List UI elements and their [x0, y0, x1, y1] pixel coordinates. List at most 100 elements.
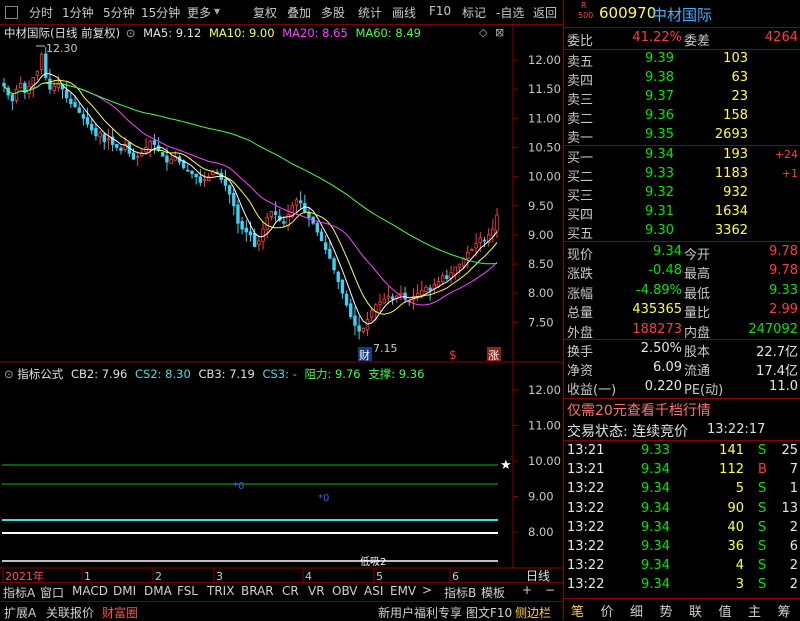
tick-row[interactable]: 13:22 9.34 36 S 6 [564, 539, 800, 557]
right-tab[interactable]: 势 [660, 601, 673, 620]
indicator-settings-icon[interactable]: ⊙ [4, 367, 14, 381]
candle-body[interactable] [165, 155, 169, 163]
candle-body[interactable] [202, 179, 207, 181]
period-tab-5min[interactable]: 5分钟 [103, 4, 135, 21]
right-tab[interactable]: 细 [630, 601, 643, 620]
candle-body[interactable] [336, 271, 340, 282]
indicator-tab-window[interactable]: 窗口 [40, 584, 64, 601]
candle-body[interactable] [131, 152, 136, 160]
candle-body[interactable] [415, 292, 420, 297]
candle-body[interactable] [119, 147, 123, 151]
tick-row[interactable]: 13:22 9.34 40 S 2 [564, 520, 800, 538]
bottom-tab-wealth-circle[interactable]: 财富圈 [102, 604, 138, 621]
candle-body[interactable] [135, 155, 140, 158]
bottom-tab-sidebar[interactable]: 侧边栏 [515, 604, 551, 621]
indicator-title[interactable]: 指标公式 [17, 367, 63, 381]
candle-body[interactable] [445, 275, 449, 280]
candle-body[interactable] [399, 292, 403, 295]
indicator-tab-macd[interactable]: MACD [72, 584, 108, 598]
tick-row[interactable]: 13:21 9.33 141 S 25 [564, 443, 800, 461]
period-tab-15min[interactable]: 15分钟 [141, 4, 180, 21]
toolbar-add-favorite[interactable]: -自选 [496, 4, 524, 21]
bid-row[interactable]: 买五 9.30 3362 [564, 223, 800, 242]
close-icon[interactable]: ⊠ [495, 26, 504, 39]
candle-body[interactable] [248, 231, 253, 236]
indicator-tab-b[interactable]: 指标B [444, 584, 476, 601]
candle-body[interactable] [294, 199, 299, 206]
candle-body[interactable] [420, 289, 424, 296]
bottom-tab-expand[interactable]: 扩展A [4, 604, 36, 621]
candle-body[interactable] [115, 143, 119, 148]
candle-body[interactable] [194, 173, 198, 178]
candle-body[interactable] [81, 114, 86, 119]
toolbar-mark[interactable]: 标记 [462, 4, 486, 21]
indicator-tab-asi[interactable]: ASI [364, 584, 383, 598]
tick-row[interactable]: 13:22 9.34 90 S 13 [564, 501, 800, 519]
candle-body[interactable] [357, 325, 361, 332]
candle-body[interactable] [244, 227, 249, 233]
candle-body[interactable] [198, 176, 203, 183]
candle-body[interactable] [102, 134, 106, 143]
candle-body[interactable] [257, 240, 261, 245]
ask-row[interactable]: 卖三 9.37 23 [564, 89, 800, 108]
candle-body[interactable] [369, 310, 374, 318]
depth-promo-text[interactable]: 仅需20元查看千档行情 [567, 400, 711, 420]
candle-body[interactable] [186, 169, 190, 172]
candle-body[interactable] [77, 107, 81, 113]
candle-body[interactable] [52, 85, 56, 91]
diamond-icon[interactable]: ◇ [479, 26, 487, 39]
tab-scroll-right-icon[interactable]: > [422, 583, 432, 597]
ask-row[interactable]: 卖二 9.36 158 [564, 108, 800, 127]
candle-body[interactable] [324, 242, 328, 250]
kline-chart[interactable]: 12.00 11.50 11.00 10.50 10.00 9.50 9.00 8.50 8.0… [0, 24, 563, 594]
indicator-tab-dma[interactable]: DMA [144, 584, 172, 598]
chevron-down-icon[interactable]: ▾ [214, 4, 220, 18]
candle-body[interactable] [98, 132, 102, 138]
add-pane-icon[interactable]: + [522, 583, 532, 597]
candle-body[interactable] [428, 287, 432, 291]
ask-row[interactable]: 卖四 9.38 63 [564, 70, 800, 89]
candle-body[interactable] [64, 89, 69, 99]
candle-body[interactable] [353, 315, 357, 326]
candle-body[interactable] [491, 228, 495, 237]
bottom-tab-f10[interactable]: 图文F10 [466, 604, 512, 621]
indicator-tab-a[interactable]: 指标A [3, 584, 35, 601]
finance-marker[interactable]: 财 [359, 348, 370, 362]
new-user-promo-link[interactable]: 新用户福利专享 [378, 604, 462, 621]
candle-body[interactable] [252, 232, 257, 247]
candle-body[interactable] [190, 170, 194, 175]
candle-body[interactable] [344, 293, 349, 306]
candle-body[interactable] [378, 301, 382, 305]
limit-up-marker[interactable]: 涨 [488, 349, 499, 362]
candle-body[interactable] [73, 102, 77, 108]
right-tab[interactable]: 筹 [778, 601, 791, 620]
candle-body[interactable] [152, 140, 157, 145]
candle-body[interactable] [319, 231, 324, 242]
candle-body[interactable] [240, 221, 244, 230]
indicator-tab-trix[interactable]: TRIX [207, 584, 234, 598]
right-tab[interactable]: 值 [719, 601, 732, 620]
indicator-tab-cr[interactable]: CR [282, 584, 299, 598]
bid-row[interactable]: 买一 9.34 193 +24 [564, 147, 800, 166]
candle-body[interactable] [440, 275, 445, 283]
candle-body[interactable] [365, 319, 370, 331]
period-tab-1min[interactable]: 1分钟 [62, 4, 94, 21]
candle-body[interactable] [236, 204, 240, 224]
depth-promo[interactable]: 仅需20元查看千档行情 [564, 400, 800, 420]
candle-body[interactable] [35, 71, 40, 76]
right-tab[interactable]: 价 [601, 601, 614, 620]
candle-body[interactable] [382, 298, 386, 304]
dividend-marker[interactable]: $ [449, 348, 457, 362]
remove-pane-icon[interactable]: − [545, 583, 555, 597]
indicator-template[interactable]: 模板 [481, 584, 505, 601]
candle-body[interactable] [19, 82, 23, 89]
candle-body[interactable] [482, 239, 487, 242]
candle-body[interactable] [470, 249, 474, 252]
candle-body[interactable] [282, 221, 286, 224]
period-tab-more[interactable]: 更多 [187, 4, 211, 21]
candle-body[interactable] [478, 237, 482, 243]
indicator-tab-vr[interactable]: VR [308, 584, 325, 598]
candle-body[interactable] [457, 263, 462, 268]
candle-body[interactable] [307, 211, 311, 218]
indicator-tab-emv[interactable]: EMV [390, 584, 416, 598]
